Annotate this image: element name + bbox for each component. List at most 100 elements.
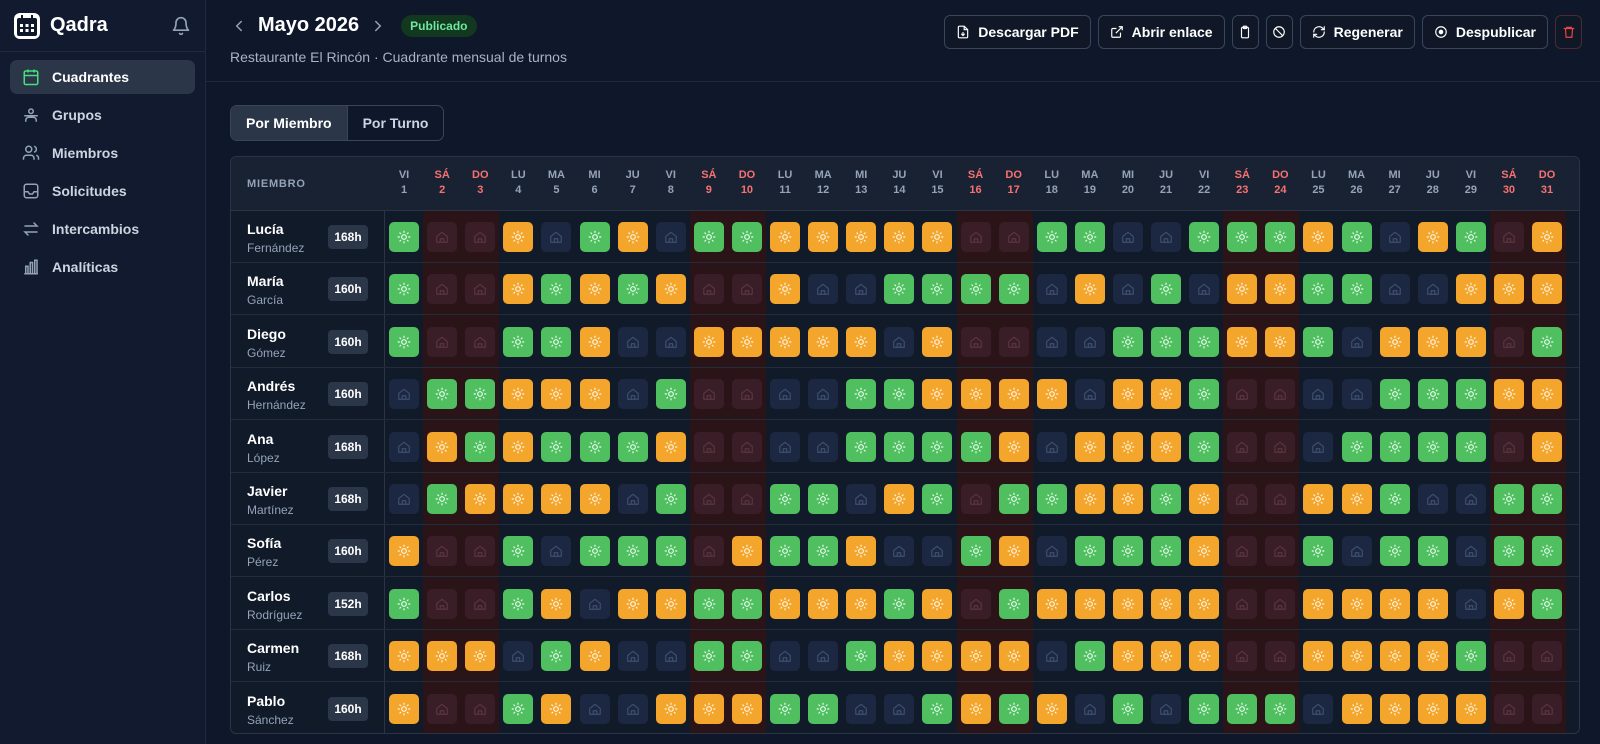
shift-cell-off[interactable] — [1493, 431, 1524, 462]
shift-cell-morning[interactable] — [503, 326, 534, 357]
shift-cell-off[interactable] — [617, 326, 648, 357]
shift-cell-off[interactable] — [808, 379, 839, 410]
shift-cell-afternoon[interactable] — [1417, 588, 1448, 619]
shift-cell-afternoon[interactable] — [1227, 326, 1258, 357]
shift-cell-off[interactable] — [1303, 693, 1334, 724]
shift-cell-morning[interactable] — [1455, 641, 1486, 672]
shift-cell-off[interactable] — [541, 536, 572, 567]
shift-cell-afternoon[interactable] — [884, 484, 915, 514]
shift-cell-morning[interactable] — [770, 693, 801, 724]
shift-cell-off[interactable] — [617, 693, 648, 724]
shift-cell-afternoon[interactable] — [693, 326, 724, 357]
shift-cell-afternoon[interactable] — [1493, 588, 1524, 619]
shift-cell-morning[interactable] — [655, 536, 686, 567]
shift-cell-afternoon[interactable] — [731, 693, 762, 724]
shift-cell-afternoon[interactable] — [1112, 588, 1143, 619]
shift-cell-off[interactable] — [884, 693, 915, 724]
shift-cell-afternoon[interactable] — [1303, 641, 1334, 672]
shift-cell-off[interactable] — [1265, 641, 1296, 672]
shift-cell-afternoon[interactable] — [1417, 693, 1448, 724]
shift-cell-morning[interactable] — [808, 536, 839, 567]
shift-cell-off[interactable] — [1341, 326, 1372, 357]
shift-cell-afternoon[interactable] — [1379, 693, 1410, 724]
shift-cell-morning[interactable] — [1189, 379, 1220, 410]
shift-cell-morning[interactable] — [1379, 536, 1410, 567]
shift-cell-afternoon[interactable] — [579, 326, 610, 357]
shift-cell-morning[interactable] — [1455, 431, 1486, 462]
shift-cell-morning[interactable] — [1532, 588, 1563, 619]
shift-cell-morning[interactable] — [1112, 326, 1143, 357]
shift-cell-off[interactable] — [427, 274, 458, 305]
shift-cell-afternoon[interactable] — [579, 484, 610, 514]
shift-cell-afternoon[interactable] — [846, 536, 877, 567]
shift-cell-off[interactable] — [617, 484, 648, 514]
shift-cell-afternoon[interactable] — [922, 379, 953, 410]
shift-cell-morning[interactable] — [1532, 484, 1563, 514]
shift-cell-off[interactable] — [770, 379, 801, 410]
download-pdf-button[interactable]: Descargar PDF — [944, 15, 1091, 49]
shift-cell-afternoon[interactable] — [1074, 484, 1105, 514]
shift-cell-off[interactable] — [693, 536, 724, 567]
shift-cell-off[interactable] — [1151, 222, 1182, 252]
shift-cell-off[interactable] — [1303, 431, 1334, 462]
shift-cell-afternoon[interactable] — [1532, 379, 1563, 410]
shift-cell-off[interactable] — [427, 536, 458, 567]
shift-cell-afternoon[interactable] — [1074, 274, 1105, 305]
shift-cell-afternoon[interactable] — [541, 379, 572, 410]
shift-cell-afternoon[interactable] — [465, 641, 496, 672]
shift-cell-afternoon[interactable] — [1532, 274, 1563, 305]
shift-cell-afternoon[interactable] — [1341, 484, 1372, 514]
shift-cell-morning[interactable] — [1455, 379, 1486, 410]
shift-cell-off[interactable] — [1455, 484, 1486, 514]
shift-cell-morning[interactable] — [884, 588, 915, 619]
shift-cell-morning[interactable] — [731, 588, 762, 619]
shift-cell-afternoon[interactable] — [1455, 326, 1486, 357]
shift-cell-morning[interactable] — [655, 379, 686, 410]
shift-cell-off[interactable] — [770, 431, 801, 462]
shift-cell-afternoon[interactable] — [960, 379, 991, 410]
shift-cell-off[interactable] — [808, 431, 839, 462]
shift-cell-morning[interactable] — [846, 379, 877, 410]
shift-cell-afternoon[interactable] — [1341, 693, 1372, 724]
shift-cell-afternoon[interactable] — [427, 641, 458, 672]
sidebar-item-solicitudes[interactable]: Solicitudes — [10, 174, 195, 208]
shift-cell-morning[interactable] — [579, 431, 610, 462]
shift-cell-off[interactable] — [1532, 641, 1563, 672]
shift-cell-morning[interactable] — [1303, 536, 1334, 567]
shift-cell-morning[interactable] — [541, 274, 572, 305]
shift-cell-afternoon[interactable] — [1036, 693, 1067, 724]
shift-cell-off[interactable] — [770, 641, 801, 672]
shift-cell-afternoon[interactable] — [655, 431, 686, 462]
shift-cell-afternoon[interactable] — [1532, 222, 1563, 252]
shift-cell-morning[interactable] — [503, 536, 534, 567]
shift-cell-morning[interactable] — [808, 693, 839, 724]
shift-cell-morning[interactable] — [1227, 222, 1258, 252]
shift-cell-morning[interactable] — [1379, 379, 1410, 410]
sidebar-item-analiticas[interactable]: Analíticas — [10, 250, 195, 284]
shift-cell-afternoon[interactable] — [770, 588, 801, 619]
shift-cell-afternoon[interactable] — [617, 588, 648, 619]
shift-cell-afternoon[interactable] — [617, 222, 648, 252]
shift-cell-off[interactable] — [731, 484, 762, 514]
shift-cell-morning[interactable] — [770, 536, 801, 567]
shift-cell-off[interactable] — [1036, 326, 1067, 357]
shift-cell-afternoon[interactable] — [884, 641, 915, 672]
shift-cell-morning[interactable] — [1036, 222, 1067, 252]
shift-cell-morning[interactable] — [389, 588, 420, 619]
shift-cell-afternoon[interactable] — [846, 326, 877, 357]
shift-cell-off[interactable] — [1493, 222, 1524, 252]
shift-cell-off[interactable] — [465, 536, 496, 567]
shift-cell-off[interactable] — [1493, 693, 1524, 724]
shift-cell-afternoon[interactable] — [1379, 641, 1410, 672]
shift-cell-afternoon[interactable] — [693, 693, 724, 724]
shift-cell-morning[interactable] — [922, 693, 953, 724]
shift-cell-afternoon[interactable] — [1151, 588, 1182, 619]
delete-button[interactable] — [1555, 15, 1582, 49]
shift-cell-off[interactable] — [1227, 641, 1258, 672]
shift-cell-off[interactable] — [1341, 379, 1372, 410]
shift-cell-off[interactable] — [503, 641, 534, 672]
shift-cell-off[interactable] — [808, 641, 839, 672]
shift-cell-morning[interactable] — [655, 484, 686, 514]
shift-cell-morning[interactable] — [1074, 536, 1105, 567]
shift-cell-afternoon[interactable] — [503, 431, 534, 462]
